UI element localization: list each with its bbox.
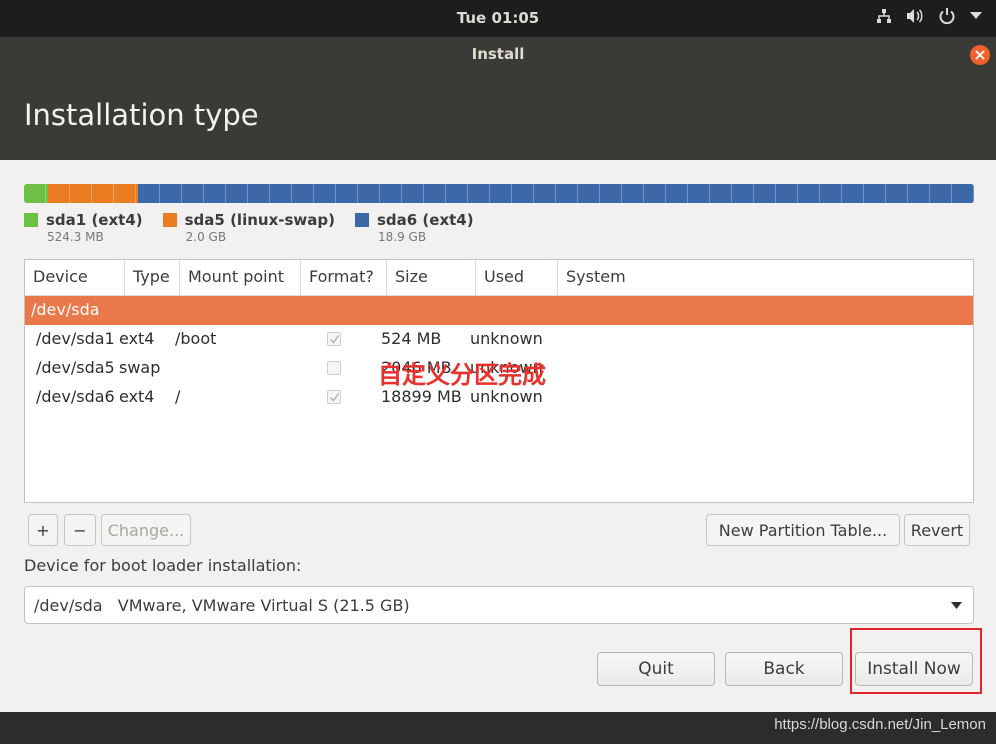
cell-format[interactable] bbox=[295, 329, 381, 354]
legend-item: sda5 (linux-swap) 2.0 GB bbox=[162, 211, 335, 244]
page-title: Installation type bbox=[24, 98, 259, 132]
remove-partition-button[interactable]: − bbox=[64, 514, 96, 546]
highlight-box bbox=[850, 628, 982, 694]
cell-used: unknown bbox=[470, 329, 543, 348]
bootloader-select[interactable]: /dev/sda VMware, VMware Virtual S (21.5 … bbox=[24, 586, 974, 624]
cell-size: 524 MB bbox=[381, 329, 442, 348]
menu-arrow-icon[interactable] bbox=[970, 12, 982, 20]
close-button[interactable] bbox=[970, 45, 990, 65]
legend-size: 524.3 MB bbox=[47, 230, 104, 244]
legend-swatch bbox=[354, 213, 369, 227]
col-used[interactable]: Used bbox=[476, 260, 558, 295]
legend-swatch bbox=[162, 213, 177, 227]
partition-legend: sda1 (ext4) 524.3 MB sda5 (linux-swap) 2.0 … bbox=[24, 211, 494, 244]
clock[interactable]: Tue 01:05 bbox=[0, 9, 996, 27]
legend-swatch bbox=[24, 213, 38, 227]
cell-format[interactable] bbox=[295, 387, 381, 412]
col-type[interactable]: Type bbox=[125, 260, 180, 295]
add-partition-button[interactable]: + bbox=[28, 514, 58, 546]
cell-device: /dev/sda1 bbox=[36, 329, 115, 348]
col-mount-point[interactable]: Mount point bbox=[180, 260, 301, 295]
network-icon[interactable] bbox=[876, 8, 892, 24]
volume-icon[interactable] bbox=[906, 8, 924, 24]
checkmark-icon bbox=[329, 335, 340, 344]
cell-size: 18899 MB bbox=[381, 387, 462, 406]
table-row-disk[interactable]: /dev/sda bbox=[25, 296, 973, 325]
close-icon bbox=[975, 50, 985, 60]
legend-size: 2.0 GB bbox=[185, 230, 227, 244]
cell-mount: / bbox=[175, 387, 181, 406]
cell-type: ext4 bbox=[119, 387, 155, 406]
bootloader-label: Device for boot loader installation: bbox=[24, 556, 302, 575]
top-panel: Tue 01:05 bbox=[0, 0, 996, 37]
cell-type: ext4 bbox=[119, 329, 155, 348]
partition-bar-segment bbox=[138, 184, 974, 203]
cell-device: /dev/sda6 bbox=[36, 387, 115, 406]
cell-mount bbox=[175, 358, 295, 383]
new-partition-table-button[interactable]: New Partition Table... bbox=[706, 514, 900, 546]
col-size[interactable]: Size bbox=[387, 260, 476, 295]
partition-bar-segment bbox=[24, 184, 48, 203]
watermark: https://blog.csdn.net/Jin_Lemon bbox=[774, 716, 986, 733]
legend-size: 18.9 GB bbox=[377, 230, 427, 244]
legend-name: sda6 (ext4) bbox=[376, 211, 474, 229]
system-tray[interactable] bbox=[876, 7, 982, 25]
legend-name: sda5 (linux-swap) bbox=[184, 211, 335, 229]
legend-item: sda6 (ext4) 18.9 GB bbox=[354, 211, 474, 244]
cell-device: /dev/sda5 bbox=[36, 358, 115, 377]
change-partition-button[interactable]: Change... bbox=[101, 514, 191, 546]
content-area: sda1 (ext4) 524.3 MB sda5 (linux-swap) 2.0 … bbox=[0, 160, 996, 712]
cell-used: unknown bbox=[470, 387, 543, 406]
bottom-bar: https://blog.csdn.net/Jin_Lemon bbox=[0, 712, 996, 744]
partition-bar-segment bbox=[47, 184, 138, 203]
quit-button[interactable]: Quit bbox=[597, 652, 715, 686]
chevron-down-icon bbox=[951, 602, 962, 609]
table-header: Device Type Mount point Format? Size Use… bbox=[25, 260, 973, 296]
col-format[interactable]: Format? bbox=[301, 260, 387, 295]
format-checkbox[interactable] bbox=[327, 332, 341, 346]
window-titlebar: Install bbox=[0, 37, 996, 72]
cell-format[interactable] bbox=[295, 358, 381, 383]
annotation-text: 自定义分区完成 bbox=[378, 361, 546, 389]
bootloader-selected: /dev/sda VMware, VMware Virtual S (21.5 … bbox=[34, 596, 410, 615]
page-header: Installation type bbox=[0, 72, 996, 160]
col-device[interactable]: Device bbox=[25, 260, 125, 295]
col-system[interactable]: System bbox=[558, 260, 973, 295]
legend-item: sda1 (ext4) 524.3 MB bbox=[24, 211, 143, 244]
legend-name: sda1 (ext4) bbox=[46, 211, 143, 229]
revert-button[interactable]: Revert bbox=[904, 514, 970, 546]
checkmark-icon bbox=[329, 393, 340, 402]
partition-bar bbox=[24, 184, 974, 203]
power-icon[interactable] bbox=[938, 7, 956, 25]
format-checkbox[interactable] bbox=[327, 390, 341, 404]
table-row[interactable]: /dev/sda1 ext4/boot 524 MB unknown bbox=[25, 325, 973, 354]
cell-mount: /boot bbox=[175, 329, 217, 348]
back-button[interactable]: Back bbox=[725, 652, 843, 686]
format-checkbox[interactable] bbox=[327, 361, 341, 375]
cell-type: swap bbox=[119, 358, 161, 377]
window-title: Install bbox=[471, 45, 525, 63]
